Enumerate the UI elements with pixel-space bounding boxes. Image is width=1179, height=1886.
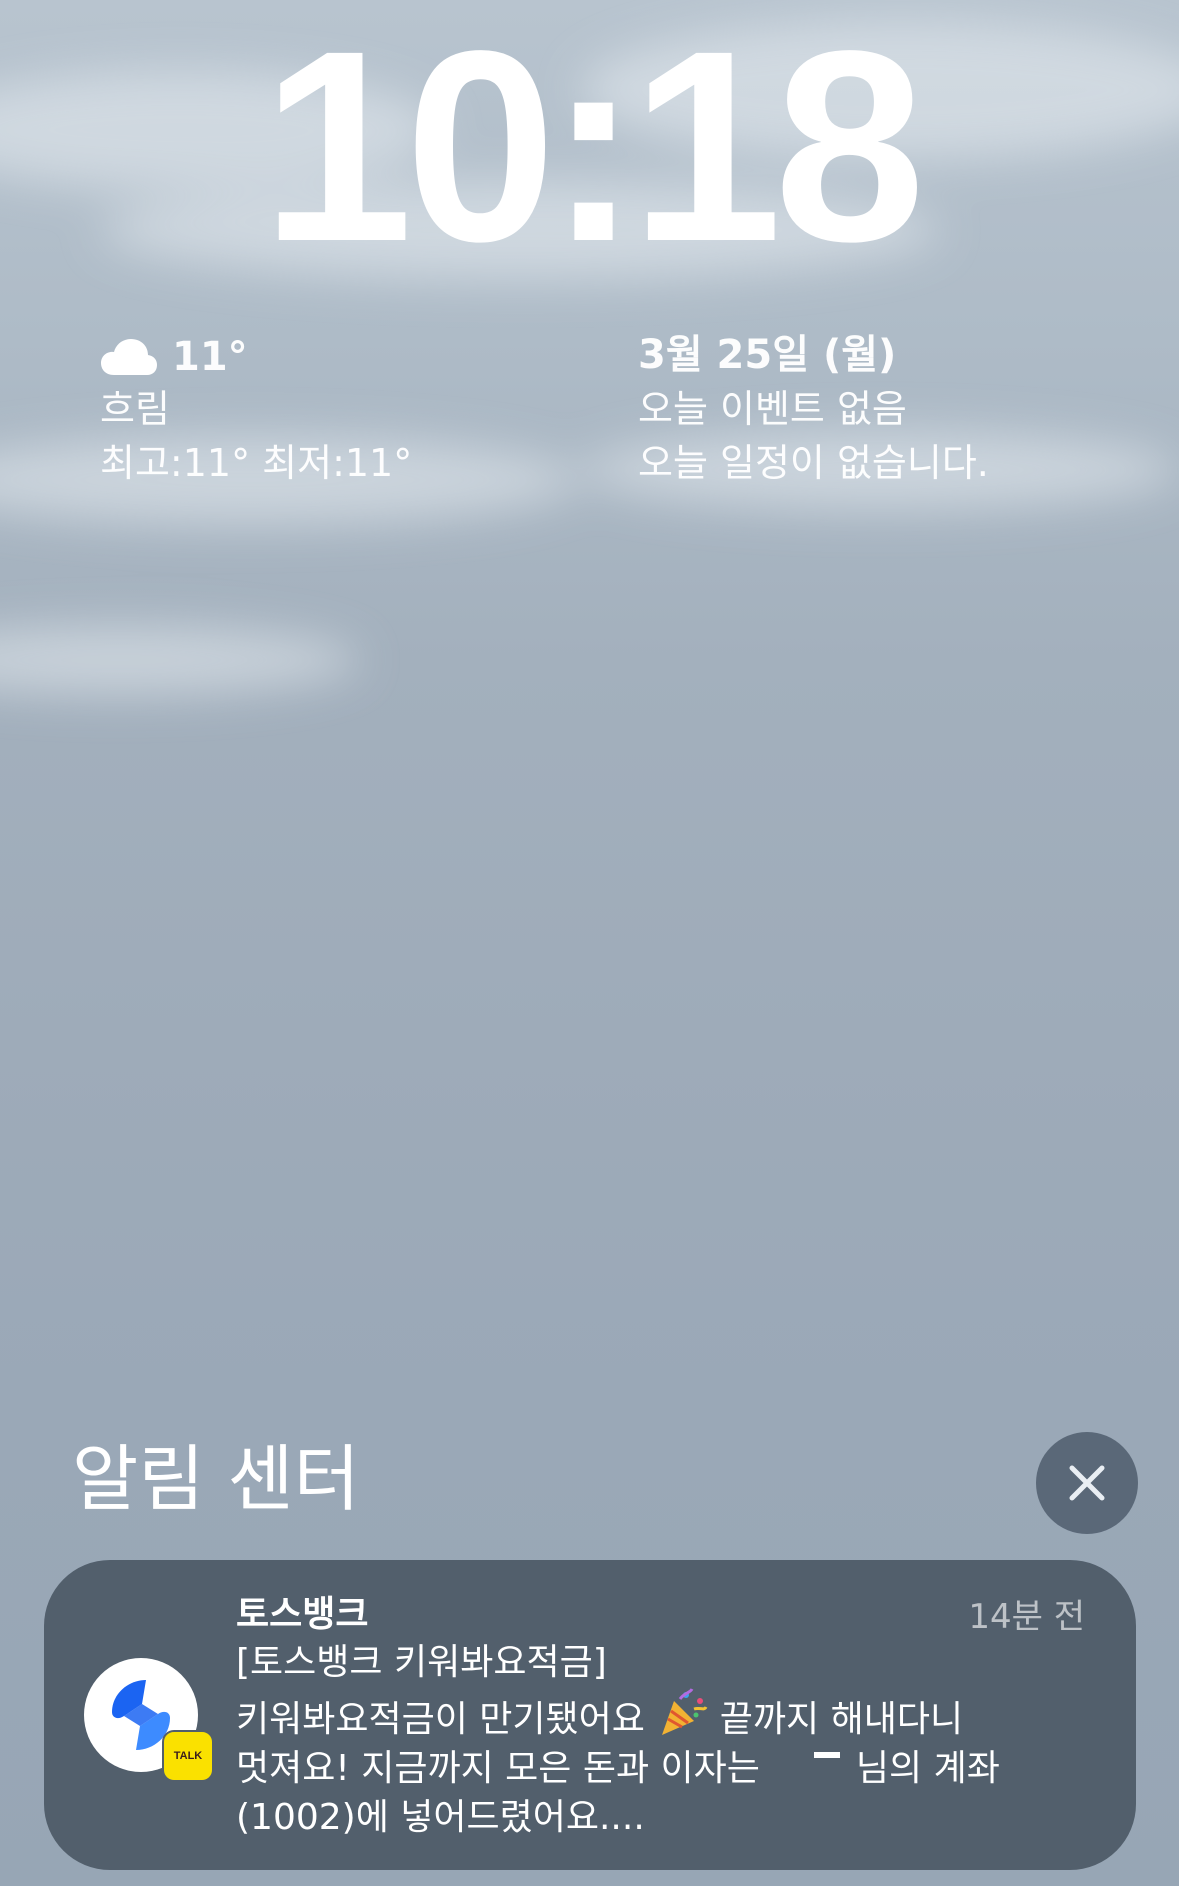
clear-notifications-button[interactable] [1036,1432,1138,1534]
kakaotalk-badge-label: TALK [173,1750,203,1762]
notification-line-1: [토스뱅크 키워봐요적금] [236,1642,607,1683]
notification-sender: 토스뱅크 [236,1594,369,1635]
weather-high-low: 최고:11° 최저:11° [100,441,413,485]
calendar-date: 3월 25일 (월) [638,332,897,378]
weather-widget[interactable]: 11° 흐림 최고:11° 최저:11° [100,332,412,490]
notification-line-2: 키워봐요적금이 만기됐어요 끝까지 해내다니 [236,1687,1036,1744]
notification-body: [토스뱅크 키워봐요적금] 키워봐요적금이 만기됐어요 끝까지 해내다니 멋져요… [236,1638,1036,1842]
weather-condition: 흐림 [100,387,170,431]
notification-line-3-end: 님의 계좌 [855,1748,1000,1789]
notification-line-3-start: 멋져요! 지금까지 모은 돈과 이자는 [236,1748,760,1789]
notification-time: 14분 전 [968,1597,1085,1637]
notification-line-3: 멋져요! 지금까지 모은 돈과 이자는 님의 계좌 [236,1744,1036,1793]
notification-line-2-start: 키워봐요적금이 만기됐어요 [236,1699,645,1740]
party-popper-icon [662,1688,708,1735]
redacted-name [760,1750,856,1786]
cloud-icon [101,339,157,375]
calendar-widget[interactable]: 3월 25일 (월) 오늘 이벤트 없음 오늘 일정이 없습니다. [638,328,989,490]
lock-clock: 10:18 [261,0,926,298]
close-icon [1069,1465,1105,1501]
notification-line-2-end: 끝까지 해내다니 [719,1699,964,1740]
kakaotalk-badge-icon: TALK [162,1730,214,1782]
notification-center-title: 알림 센터 [72,1437,360,1521]
calendar-schedule-line: 오늘 일정이 없습니다. [638,441,989,485]
weather-temperature: 11° [172,334,248,380]
notification-line-4: (1002)에 넣어드렸어요.... [236,1797,645,1838]
calendar-event-line: 오늘 이벤트 없음 [638,387,907,431]
